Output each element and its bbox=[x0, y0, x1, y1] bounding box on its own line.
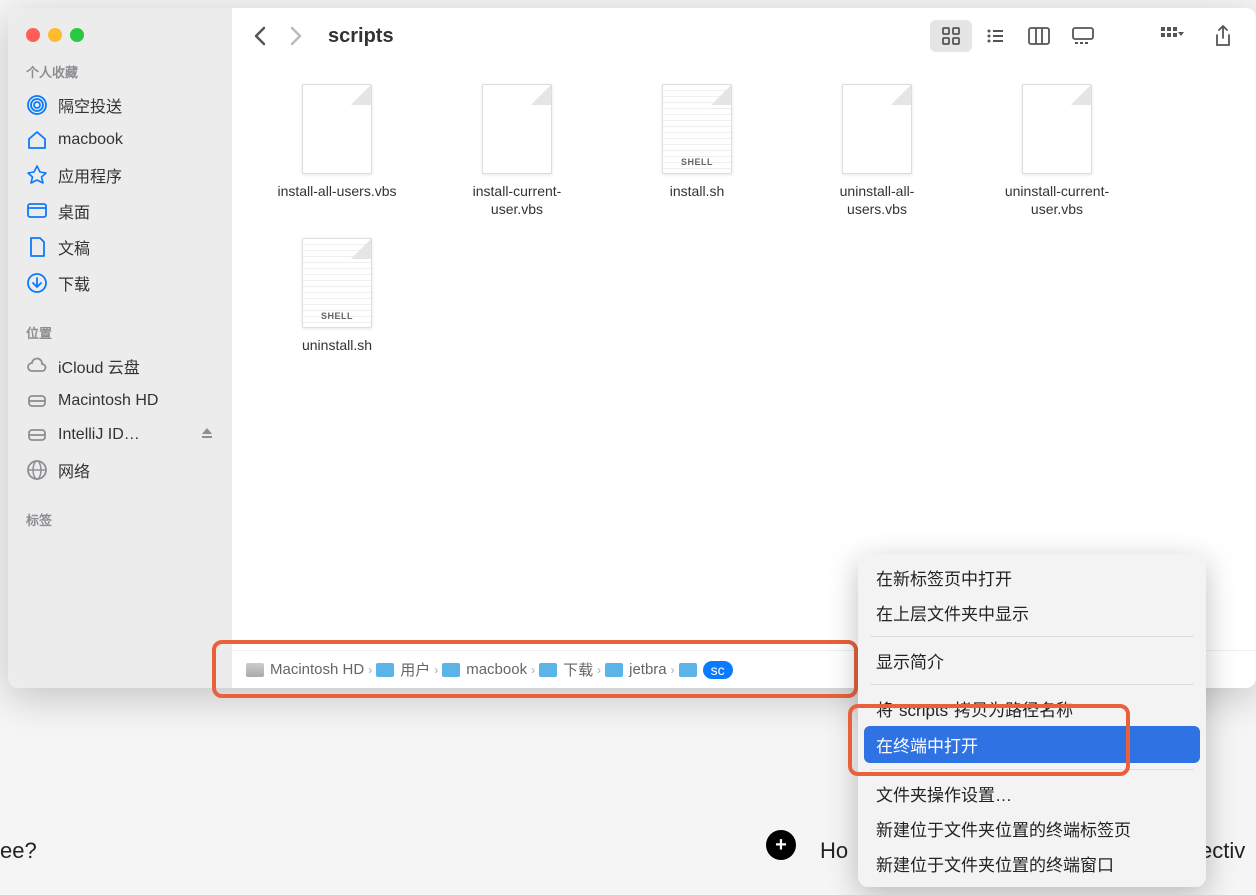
annotation-menu-highlight bbox=[848, 704, 1130, 776]
sidebar-item-airdrop[interactable]: 隔空投送 bbox=[8, 87, 232, 123]
sidebar-heading: 个人收藏 bbox=[8, 58, 232, 87]
file-item[interactable]: uninstall-all-users.vbs bbox=[812, 84, 942, 218]
disk-icon bbox=[26, 390, 48, 412]
sidebar: 个人收藏隔空投送 macbook 应用程序桌面文稿下载位置 iCloud 云盘 Maci… bbox=[8, 8, 232, 688]
sidebar-item-label: 应用程序 bbox=[58, 163, 122, 187]
desktop-icon bbox=[26, 200, 48, 222]
file-icon bbox=[302, 238, 372, 328]
group-button[interactable] bbox=[1152, 20, 1194, 52]
menu-item[interactable]: 文件夹操作设置… bbox=[858, 776, 1206, 811]
file-name: install.sh bbox=[670, 182, 724, 200]
download-icon bbox=[26, 272, 48, 294]
eject-icon[interactable] bbox=[200, 426, 214, 445]
file-item[interactable]: install-all-users.vbs bbox=[272, 84, 402, 218]
globe-icon bbox=[26, 459, 48, 481]
view-list-button[interactable] bbox=[974, 20, 1016, 52]
sidebar-heading: 标签 bbox=[8, 506, 232, 535]
view-columns-button[interactable] bbox=[1018, 20, 1060, 52]
cloud-icon bbox=[26, 355, 48, 377]
airdrop-icon bbox=[26, 94, 48, 116]
file-name: uninstall.sh bbox=[302, 336, 372, 354]
menu-item[interactable]: 新建位于文件夹位置的终端标签页 bbox=[858, 811, 1206, 846]
share-button[interactable] bbox=[1202, 20, 1244, 52]
maximize-button[interactable] bbox=[70, 28, 84, 42]
file-name: install-current-user.vbs bbox=[452, 182, 582, 218]
sidebar-item-apps[interactable]: 应用程序 bbox=[8, 157, 232, 193]
sidebar-item-label: IntelliJ ID… bbox=[58, 426, 140, 444]
file-name: uninstall-current-user.vbs bbox=[992, 182, 1122, 218]
annotation-pathbar-highlight bbox=[212, 640, 858, 698]
close-button[interactable] bbox=[26, 28, 40, 42]
sidebar-item-label: macbook bbox=[58, 131, 123, 149]
view-icon-button[interactable] bbox=[930, 20, 972, 52]
file-icon bbox=[482, 84, 552, 174]
file-name: uninstall-all-users.vbs bbox=[812, 182, 942, 218]
home-icon bbox=[26, 129, 48, 151]
file-icon bbox=[302, 84, 372, 174]
apps-icon bbox=[26, 164, 48, 186]
file-item[interactable]: uninstall-current-user.vbs bbox=[992, 84, 1122, 218]
traffic-lights bbox=[8, 20, 232, 58]
sidebar-item-label: 桌面 bbox=[58, 199, 90, 223]
menu-separator bbox=[870, 684, 1194, 685]
toolbar: scripts bbox=[232, 8, 1256, 64]
bg-text-right: Ho bbox=[820, 838, 848, 864]
view-mode-group bbox=[930, 20, 1104, 52]
sidebar-item-label: 隔空投送 bbox=[58, 93, 122, 117]
menu-item[interactable]: 在上层文件夹中显示 bbox=[858, 595, 1206, 630]
minimize-button[interactable] bbox=[48, 28, 62, 42]
file-item[interactable]: install.sh bbox=[632, 84, 762, 218]
sidebar-item-desktop[interactable]: 桌面 bbox=[8, 193, 232, 229]
sidebar-item-label: 网络 bbox=[58, 458, 90, 482]
menu-item[interactable]: 在新标签页中打开 bbox=[858, 560, 1206, 595]
sidebar-item-disk[interactable]: Macintosh HD bbox=[8, 384, 232, 418]
sidebar-item-cloud[interactable]: iCloud 云盘 bbox=[8, 348, 232, 384]
disk-icon bbox=[26, 424, 48, 446]
sidebar-item-label: iCloud 云盘 bbox=[58, 354, 140, 378]
file-icon bbox=[662, 84, 732, 174]
sidebar-item-download[interactable]: 下载 bbox=[8, 265, 232, 301]
sidebar-heading: 位置 bbox=[8, 319, 232, 348]
sidebar-item-home[interactable]: macbook bbox=[8, 123, 232, 157]
back-button[interactable] bbox=[244, 21, 274, 51]
file-icon bbox=[1022, 84, 1092, 174]
sidebar-item-disk[interactable]: IntelliJ ID… bbox=[8, 418, 232, 452]
file-item[interactable]: install-current-user.vbs bbox=[452, 84, 582, 218]
bg-text-right2: ectiv bbox=[1200, 838, 1245, 864]
forward-button[interactable] bbox=[282, 21, 312, 51]
bg-text-left: ee? bbox=[0, 838, 37, 864]
sidebar-item-globe[interactable]: 网络 bbox=[8, 452, 232, 488]
menu-separator bbox=[870, 636, 1194, 637]
file-icon bbox=[842, 84, 912, 174]
sidebar-item-label: 下载 bbox=[58, 271, 90, 295]
sidebar-item-doc[interactable]: 文稿 bbox=[8, 229, 232, 265]
file-name: install-all-users.vbs bbox=[277, 182, 396, 200]
sidebar-item-label: Macintosh HD bbox=[58, 392, 158, 410]
menu-item[interactable]: 新建位于文件夹位置的终端窗口 bbox=[858, 846, 1206, 881]
folder-title: scripts bbox=[328, 25, 394, 48]
file-item[interactable]: uninstall.sh bbox=[272, 238, 402, 354]
view-gallery-button[interactable] bbox=[1062, 20, 1104, 52]
menu-item[interactable]: 显示简介 bbox=[858, 643, 1206, 678]
sidebar-item-label: 文稿 bbox=[58, 235, 90, 259]
doc-icon bbox=[26, 236, 48, 258]
plus-circle-icon: + bbox=[766, 830, 796, 860]
